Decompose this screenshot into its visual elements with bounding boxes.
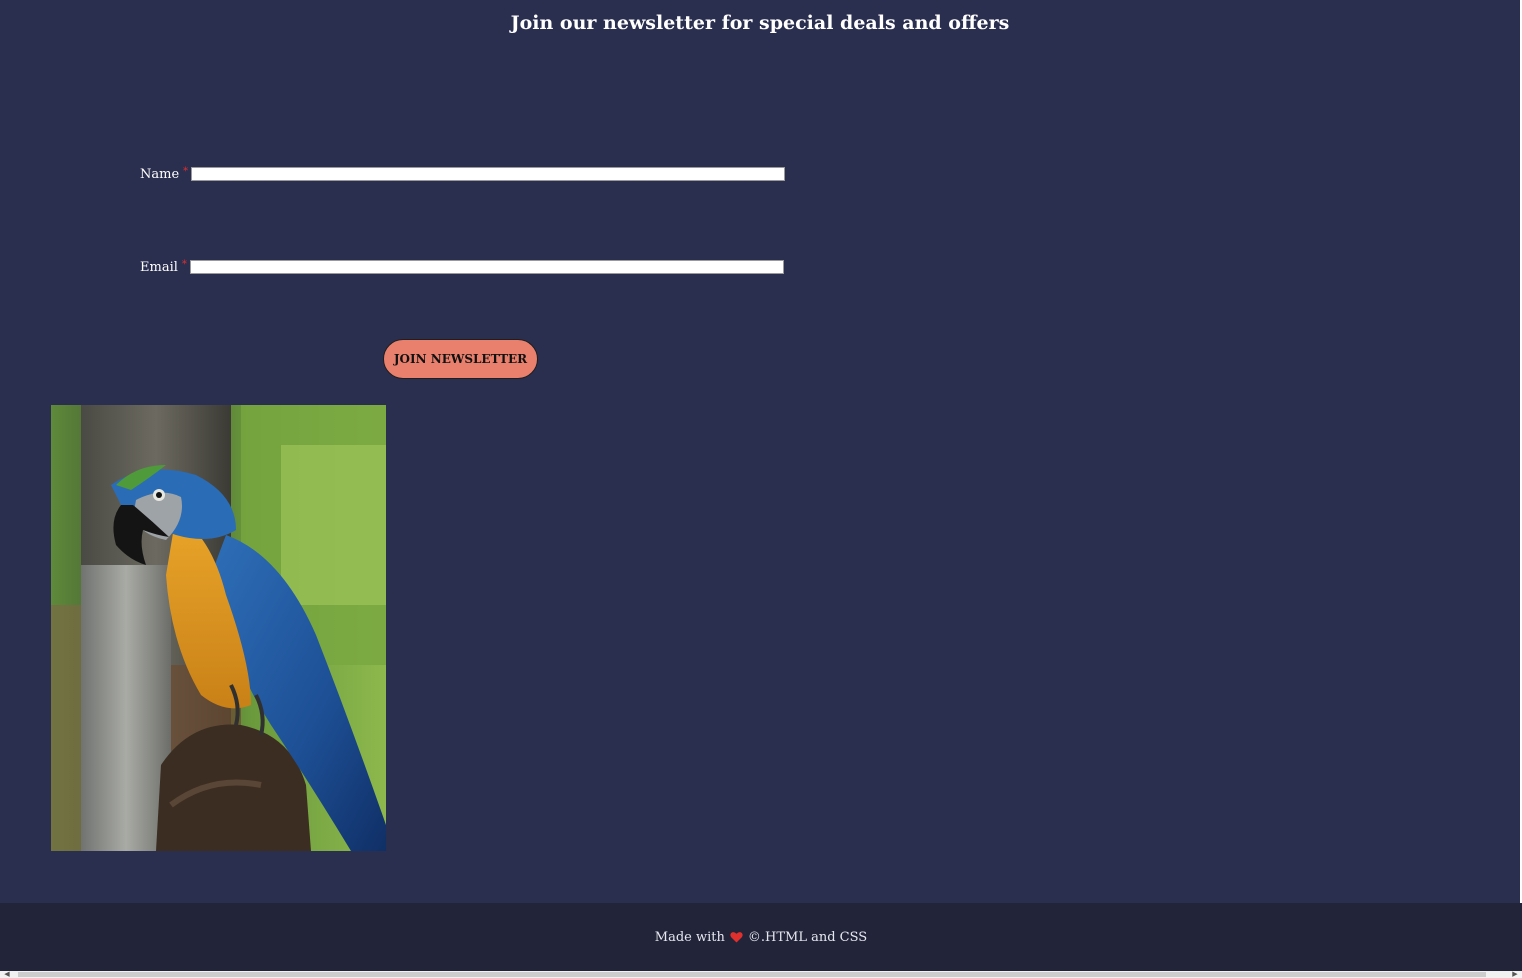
email-input[interactable] — [189, 260, 784, 274]
footer-made-with-text: Made with — [654, 929, 725, 945]
footer-credit-text: ©.HTML and CSS — [747, 929, 868, 945]
name-required-mark: * — [183, 165, 189, 177]
email-required-mark: * — [181, 258, 187, 270]
horizontal-scrollbar-thumb[interactable] — [18, 972, 1486, 977]
horizontal-scrollbar[interactable]: ◀ ▶ — [0, 971, 1522, 978]
scroll-left-arrow-icon[interactable]: ◀ — [0, 971, 14, 978]
newsletter-page: Join our newsletter for special deals an… — [0, 0, 1522, 978]
name-input[interactable] — [191, 167, 786, 181]
footer: Made with ©.HTML and CSS — [0, 903, 1522, 971]
macaw-parrot-photo — [51, 405, 386, 851]
newsletter-heading: Join our newsletter for special deals an… — [510, 12, 1010, 34]
heart-icon — [730, 931, 743, 943]
email-label: Email — [140, 259, 178, 275]
join-newsletter-button[interactable]: JOIN NEWSLETTER — [383, 339, 538, 379]
scroll-right-arrow-icon[interactable]: ▶ — [1508, 971, 1522, 978]
email-field-row: Email * — [140, 259, 784, 275]
name-label: Name — [140, 166, 180, 182]
name-field-row: Name * — [140, 165, 786, 182]
